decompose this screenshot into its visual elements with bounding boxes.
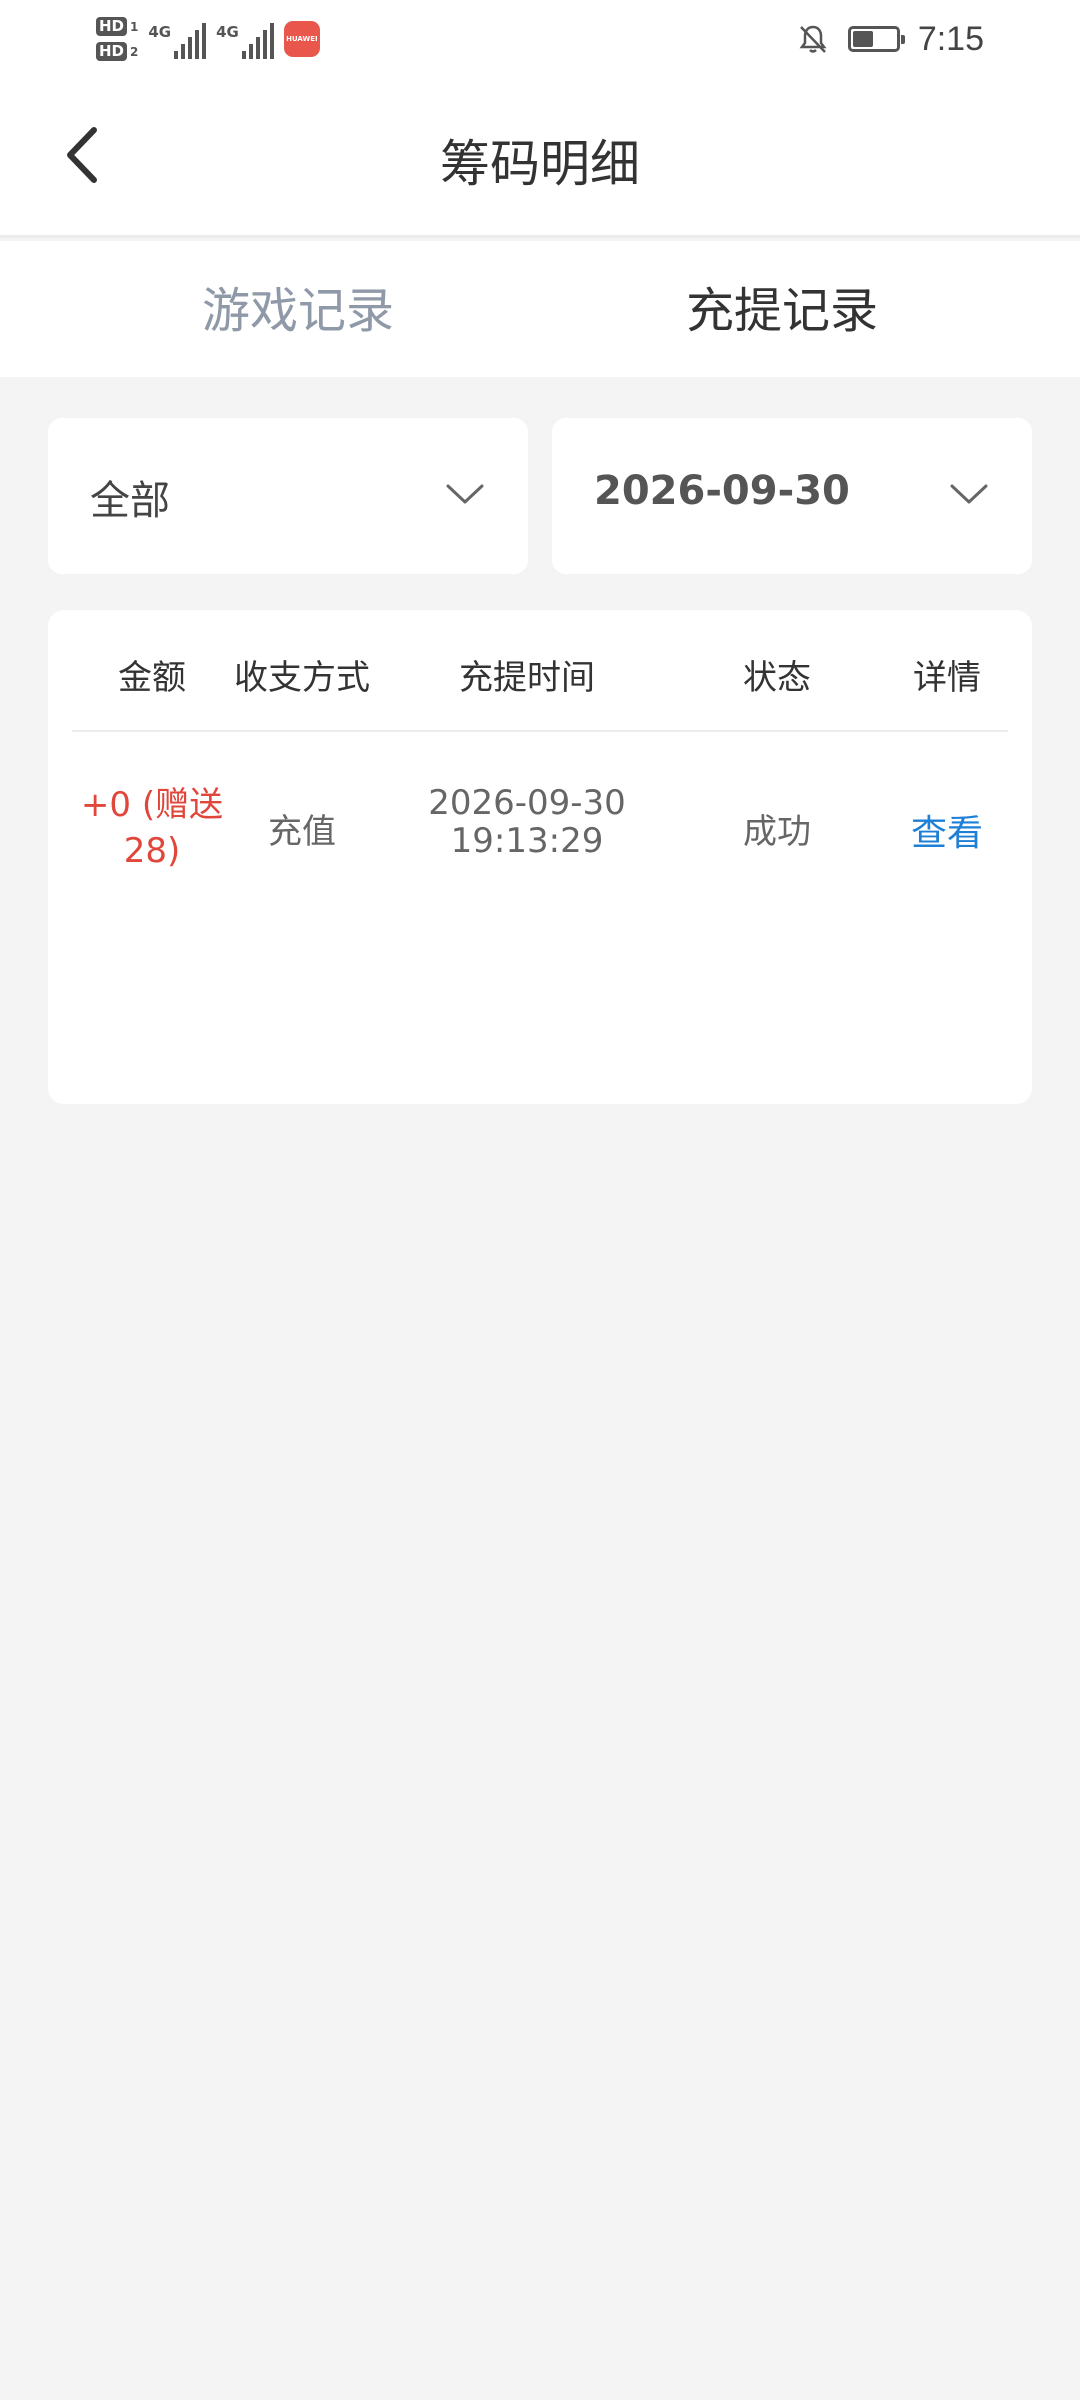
amount-line-1: +0 (赠送 xyxy=(80,785,224,825)
bell-off-icon xyxy=(799,25,827,53)
clock: 7:15 xyxy=(917,19,984,58)
header-method: 收支方式 xyxy=(234,658,370,698)
chevron-down-icon xyxy=(446,484,484,504)
view-detail-link[interactable]: 查看 xyxy=(872,804,1022,856)
network-type-2: 4G xyxy=(216,23,239,41)
status-cell: 成功 xyxy=(743,812,811,852)
sim-number-1: 1 xyxy=(130,19,139,34)
header-time: 充提时间 xyxy=(459,658,595,698)
type-filter-value: 全部 xyxy=(90,478,170,524)
sim-indicators: HD 1 HD 2 xyxy=(96,17,138,61)
signal-1: 4G xyxy=(148,19,207,59)
status-bar-left: HD 1 HD 2 4G 4G HUAWEI xyxy=(96,8,320,70)
amount-line-2: 28) xyxy=(123,831,181,871)
amount-cell: +0 (赠送 28) xyxy=(72,782,232,874)
header-detail: 详情 xyxy=(913,658,981,698)
sim-number-2: 2 xyxy=(130,44,139,59)
network-type-1: 4G xyxy=(148,23,172,41)
tab-game-records[interactable]: 游戏记录 xyxy=(28,271,568,341)
records-table: 金额 收支方式 充提时间 状态 详情 +0 (赠送 28) 充值 2026-09… xyxy=(48,610,1032,1104)
nav-bar: 筹码明细 xyxy=(0,78,1080,238)
date-filter-value: 2026-09-30 xyxy=(594,468,850,514)
time-clock: 19:13:29 xyxy=(450,821,604,861)
tab-recharge-records[interactable]: 充提记录 xyxy=(512,271,1052,341)
status-bar: HD 1 HD 2 4G 4G HUAWEI 7:15 xyxy=(0,0,1080,78)
chevron-down-icon xyxy=(950,484,988,504)
method-cell: 充值 xyxy=(268,812,336,852)
hd-badge-2: HD xyxy=(96,42,128,61)
battery-icon xyxy=(847,26,905,52)
app-badge-label: HUAWEI xyxy=(286,35,318,43)
signal-bars-icon xyxy=(174,23,207,59)
page-title: 筹码明细 xyxy=(440,135,640,193)
signal-bars-icon xyxy=(241,23,274,59)
type-filter-dropdown[interactable]: 全部 xyxy=(48,418,528,574)
app-store-icon: HUAWEI xyxy=(283,21,320,57)
hd-badge-1: HD xyxy=(96,17,128,36)
status-bar-right: 7:15 xyxy=(796,14,984,64)
table-header: 金额 收支方式 充提时间 状态 详情 xyxy=(72,610,1008,732)
time-cell: 2026-09-30 19:13:29 xyxy=(417,784,637,860)
signal-2: 4G xyxy=(216,19,274,59)
header-status: 状态 xyxy=(743,658,811,698)
record-tabs: 游戏记录 充提记录 xyxy=(0,241,1080,377)
date-filter-dropdown[interactable]: 2026-09-30 xyxy=(552,418,1032,574)
time-date: 2026-09-30 xyxy=(428,783,626,823)
header-amount: 金额 xyxy=(118,658,186,698)
table-row: +0 (赠送 28) 充值 2026-09-30 19:13:29 成功 查看 xyxy=(72,770,1008,890)
